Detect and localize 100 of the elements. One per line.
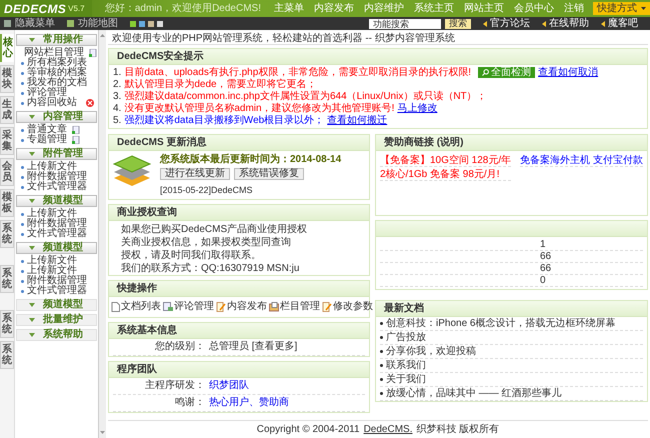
- menu-item[interactable]: 专题管理: [27, 135, 67, 145]
- article-link[interactable]: 放缓心情，品味其中 —— 红酒那些事儿: [386, 388, 562, 400]
- menu-item[interactable]: 内容回收站: [27, 98, 77, 108]
- hide-menu-link[interactable]: 隐藏菜单: [15, 18, 55, 30]
- stat-value: 1: [540, 238, 546, 250]
- menu-group-title[interactable]: 系统帮助: [43, 329, 83, 341]
- bullet-icon: [21, 166, 24, 168]
- header-link[interactable]: 魔客吧: [608, 18, 638, 30]
- menu-group-header[interactable]: 频道模型: [16, 242, 97, 254]
- sponsor-link[interactable]: 免备案海外主机 支付宝付款: [520, 154, 643, 167]
- info-value: 总管理员 [查看更多]: [209, 341, 298, 353]
- license-text: 关商业授权信息，如果授权类型同查询: [121, 237, 292, 249]
- article-link[interactable]: 关于我们: [386, 374, 426, 386]
- menu-item[interactable]: 上传新文件: [27, 256, 77, 266]
- quick-link[interactable]: 评论管理: [163, 301, 214, 313]
- menu-group-title[interactable]: 附件管理: [43, 148, 83, 160]
- menu-group-title[interactable]: 频道模型: [43, 242, 83, 254]
- sponsor-link[interactable]: 2核心/1Gb 免备案 98元/月!: [380, 168, 512, 181]
- menu-item[interactable]: 所有档案列表: [27, 58, 87, 68]
- update-button[interactable]: 系统错误修复: [234, 168, 304, 180]
- menu-group-title[interactable]: 频道模型: [43, 195, 83, 207]
- bullet-icon: [21, 280, 24, 282]
- article-link[interactable]: 广告投放: [386, 332, 426, 344]
- quick-link[interactable]: 栏目管理: [269, 301, 320, 313]
- side-tab[interactable]: 系统: [0, 341, 14, 369]
- menu-item[interactable]: 评论管理: [27, 88, 67, 98]
- menu-group-header[interactable]: 内容管理: [16, 111, 97, 123]
- panel-header: 系统基本信息: [109, 323, 369, 339]
- bullet-icon: [21, 128, 24, 132]
- tip-link[interactable]: 查看如何搬迁: [327, 114, 388, 126]
- menu-group-header[interactable]: 频道模型: [16, 299, 97, 311]
- quick-link[interactable]: 文档列表: [111, 301, 161, 313]
- side-tab[interactable]: 系统: [0, 265, 14, 293]
- menu-item[interactable]: 附件数据管理: [27, 219, 87, 229]
- item-number: 5.: [113, 114, 122, 126]
- article-link[interactable]: 联系我们: [386, 360, 426, 372]
- side-tab[interactable]: 系统: [0, 220, 14, 248]
- page-icon[interactable]: [72, 136, 80, 144]
- delete-icon[interactable]: [86, 99, 94, 107]
- menu-item[interactable]: 附件数据管理: [27, 276, 87, 286]
- menu-item[interactable]: 等审核的档案: [27, 68, 87, 78]
- side-tab[interactable]: 系统: [0, 310, 14, 338]
- quick-link[interactable]: 内容发布: [216, 301, 267, 313]
- scroll-up-icon[interactable]: [100, 34, 105, 37]
- menu-group-title[interactable]: 内容管理: [43, 111, 83, 123]
- team-link[interactable]: 热心用户、赞助商: [209, 397, 289, 409]
- scroll-down-icon[interactable]: [100, 431, 105, 434]
- menu-group-title[interactable]: 批量维护: [43, 314, 83, 326]
- quick-link[interactable]: 修改参数: [322, 301, 373, 313]
- search-button[interactable]: 搜索: [445, 18, 471, 28]
- cancel-link[interactable]: 查看如何取消: [538, 66, 598, 78]
- chevron-down-icon: [29, 152, 35, 156]
- menu-item[interactable]: 上传新文件: [27, 162, 77, 172]
- bullet-icon: [380, 378, 383, 381]
- update-button[interactable]: 进行在线更新: [160, 168, 230, 180]
- bullet-icon: [21, 72, 24, 74]
- panel-header: DedeCMS安全提示: [109, 49, 647, 65]
- menu-item[interactable]: 上传新文件: [27, 209, 77, 219]
- side-tab[interactable]: 采集: [0, 127, 14, 155]
- document-icon: [111, 302, 120, 312]
- menu-group-header[interactable]: 频道模型: [16, 195, 97, 207]
- team-label: 鸣谢：: [174, 397, 205, 409]
- menu-group-header[interactable]: 批量维护: [16, 314, 97, 326]
- side-tab[interactable]: 核心: [0, 34, 14, 62]
- color-swatches-icon[interactable]: [130, 20, 164, 26]
- menu-item[interactable]: 文件式管理器: [27, 182, 87, 192]
- shortcut-button[interactable]: 快捷方式: [593, 2, 650, 15]
- chevron-down-icon: [29, 246, 35, 250]
- article-link[interactable]: 创意科技：iPhone 6概念设计，搭载无边框环绕屏幕: [386, 318, 616, 330]
- page-icon[interactable]: [89, 49, 97, 57]
- menu-item[interactable]: 文件式管理器: [27, 286, 87, 296]
- side-tab[interactable]: 会员: [0, 158, 14, 186]
- header-link[interactable]: 在线帮助: [549, 18, 589, 30]
- tip-link[interactable]: 马上修改: [397, 102, 438, 114]
- side-tab[interactable]: 模板: [0, 189, 14, 217]
- menu-group-title[interactable]: 常用操作: [43, 34, 83, 46]
- menu-item[interactable]: 我发布的文档: [27, 78, 87, 88]
- menu-group-header[interactable]: 附件管理: [16, 148, 97, 160]
- check-button[interactable]: 全面检测: [478, 67, 536, 78]
- article-link[interactable]: 分享你我，欢迎投稿: [386, 346, 476, 358]
- footer-link[interactable]: DedeCMS.: [364, 424, 412, 436]
- side-tab[interactable]: 模块: [0, 65, 14, 93]
- menu-item[interactable]: 普通文章: [27, 125, 67, 135]
- sponsor-link[interactable]: 【免备案】10G空间 128元/年: [380, 154, 512, 167]
- bullet-icon: [21, 222, 24, 226]
- team-link[interactable]: 织梦团队: [209, 380, 249, 392]
- caret-icon: [641, 7, 646, 10]
- menu-item[interactable]: 网站栏目管理: [24, 48, 84, 58]
- menu-item[interactable]: 上传新文件: [27, 266, 77, 276]
- header-link[interactable]: 官方论坛: [490, 18, 530, 30]
- menu-group-header[interactable]: 常用操作: [16, 34, 97, 46]
- side-tab[interactable]: 生成: [0, 96, 14, 124]
- menu-group-header[interactable]: 系统帮助: [16, 329, 97, 341]
- page-icon[interactable]: [72, 126, 80, 134]
- search-field[interactable]: 功能搜索: [369, 18, 441, 28]
- menu-item[interactable]: 附件数据管理: [27, 172, 87, 182]
- menu-group-title[interactable]: 频道模型: [43, 299, 83, 311]
- security-tip: 目前data、uploads有执行.php权限，非常危险，需要立即取消目录的执行权限!: [124, 66, 472, 78]
- site-map-link[interactable]: 功能地图: [78, 18, 118, 30]
- menu-item[interactable]: 文件式管理器: [27, 229, 87, 239]
